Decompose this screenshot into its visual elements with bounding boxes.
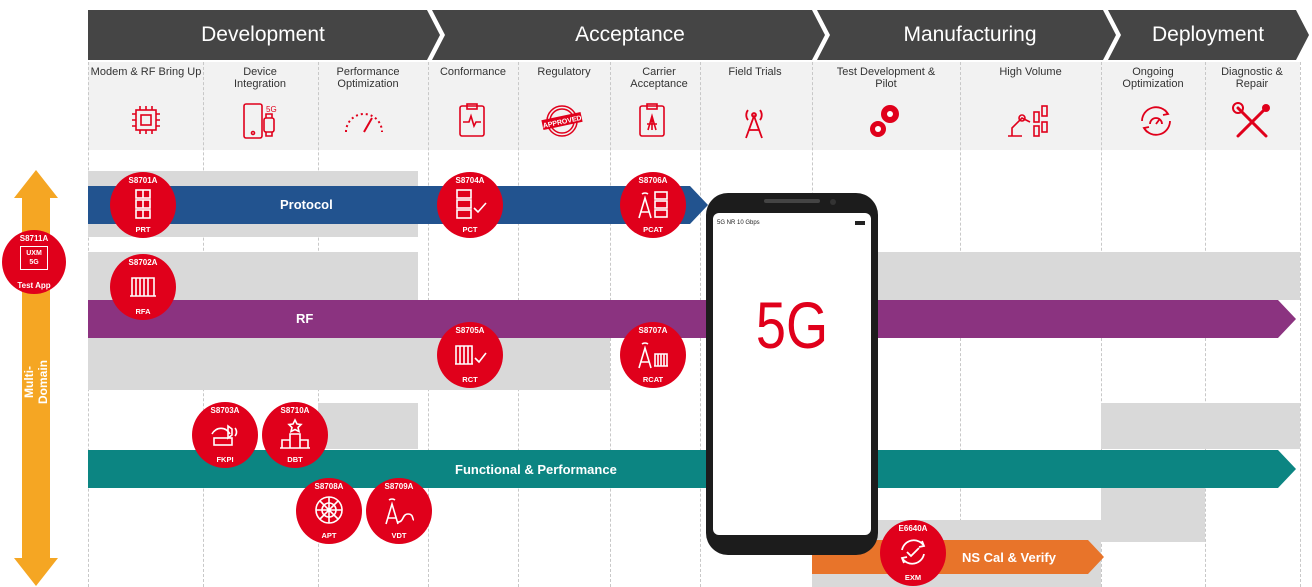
badge-s8702a[interactable]: S8702A RFA <box>110 254 176 320</box>
tower-stack-icon <box>638 191 668 219</box>
antenna-pattern-icon <box>315 496 343 524</box>
phone-camera <box>830 199 836 205</box>
uxm-box: UXM 5G <box>20 246 48 270</box>
badge-code: S8701A <box>128 176 158 185</box>
badge-code: S8705A <box>455 326 485 335</box>
badge-s8710a[interactable]: S8710A DBT <box>262 402 328 468</box>
phone-status: 5G NR 10 Gbps <box>717 220 760 226</box>
badge-s8707a[interactable]: S8707A RCAT <box>620 322 686 388</box>
badge-s8705a[interactable]: S8705A RCT <box>437 322 503 388</box>
ns-cal-label: NS Cal & Verify <box>962 550 1056 565</box>
badge-abbr: PRT <box>135 225 151 234</box>
multi-domain-label: Multi-Domain <box>22 360 50 405</box>
rf-arrow <box>88 300 1296 338</box>
badge-s8711a[interactable]: S8711A UXM 5G Test App <box>2 230 66 294</box>
tower-rf-icon <box>638 342 668 369</box>
badge-abbr: RFA <box>135 307 151 316</box>
battery-icon <box>855 221 865 225</box>
badge-code: S8708A <box>314 482 344 491</box>
phone: 5G NR 10 Gbps 5G <box>706 193 878 555</box>
badge-abbr: RCAT <box>642 375 664 384</box>
tower-drive-icon <box>385 498 415 525</box>
badge-abbr: FKPI <box>216 455 234 464</box>
rf-signal-icon <box>130 277 156 297</box>
functional-label: Functional & Performance <box>455 462 617 477</box>
uxm-line2: 5G <box>29 259 39 266</box>
badge-abbr: PCT <box>462 225 478 234</box>
badge-code: S8703A <box>210 406 240 415</box>
protocol-label: Protocol <box>280 197 333 212</box>
badge-abbr: VDT <box>391 531 407 540</box>
phone-screen: 5G NR 10 Gbps 5G <box>713 213 871 535</box>
badge-s8704a[interactable]: S8704A PCT <box>437 172 503 238</box>
badge-abbr: PCAT <box>643 225 663 234</box>
badge-code: S8707A <box>638 326 668 335</box>
rf-label: RF <box>296 311 314 326</box>
badge-code: S8702A <box>128 258 158 267</box>
badge-code: S8706A <box>638 176 668 185</box>
badge-s8706a[interactable]: S8706A PCAT <box>620 172 686 238</box>
badge-s8708a[interactable]: S8708A APT <box>296 478 362 544</box>
badge-caption: Test App <box>17 281 51 290</box>
badge-s8709a[interactable]: S8709A VDT <box>366 478 432 544</box>
speaker-battery-icon <box>211 424 238 446</box>
badge-abbr: DBT <box>287 455 303 464</box>
badge-e6640a[interactable]: E6640A EXM <box>880 520 946 586</box>
protocol-arrow <box>88 186 708 224</box>
badge-code: S8711A <box>19 234 49 243</box>
badge-code: S8710A <box>280 406 310 415</box>
badge-code: S8709A <box>384 482 414 491</box>
rf-check-icon <box>455 345 487 365</box>
lane-arrows <box>88 186 1296 574</box>
badge-s8703a[interactable]: S8703A FKPI <box>192 402 258 468</box>
uxm-line1: UXM <box>26 250 42 257</box>
badge-code: E6640A <box>898 524 928 533</box>
badge-code: S8704A <box>455 176 485 185</box>
protocol-stack-icon <box>135 189 151 219</box>
badge-abbr: APT <box>321 531 337 540</box>
phone-5g-text: 5G <box>755 288 829 362</box>
phone-speaker <box>764 199 820 203</box>
badge-abbr: RCT <box>462 375 478 384</box>
badge-s8701a[interactable]: S8701A PRT <box>110 172 176 238</box>
badge-abbr: EXM <box>904 573 922 582</box>
podium-star-icon <box>280 418 310 449</box>
protocol-check-icon <box>456 189 487 219</box>
cal-verify-icon <box>900 539 926 565</box>
